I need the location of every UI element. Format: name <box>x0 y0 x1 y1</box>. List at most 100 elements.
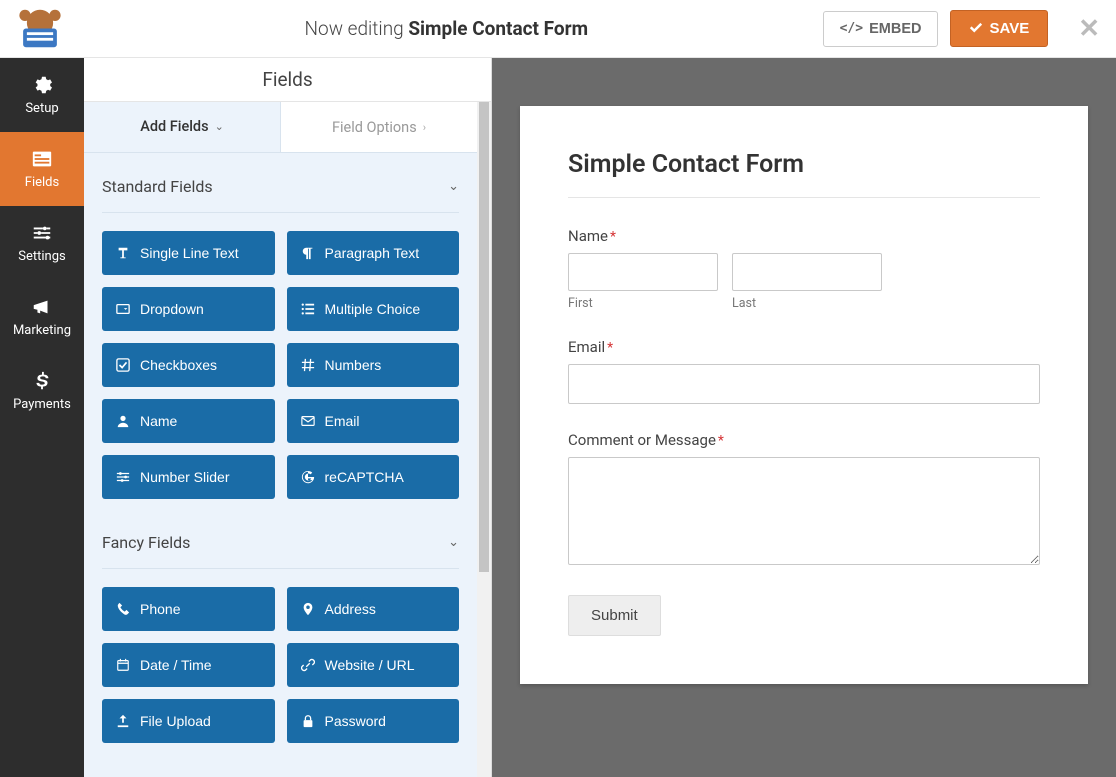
fancy-fields-grid: Phone Address Date / Time Website / URL File… <box>102 587 459 743</box>
save-button[interactable]: SAVE <box>950 10 1048 47</box>
field-type-label: Password <box>325 713 386 729</box>
field-type-label: reCAPTCHA <box>325 469 404 485</box>
section-standard-title: Standard Fields <box>102 177 213 196</box>
required-mark: * <box>610 229 616 245</box>
scrollbar-thumb[interactable] <box>479 102 489 572</box>
sidebar: Setup Fields Settings Marketing Payments <box>0 58 84 777</box>
field-type-phone[interactable]: Phone <box>102 587 275 631</box>
submit-button[interactable]: Submit <box>568 595 661 636</box>
embed-button[interactable]: </> EMBED <box>823 11 939 47</box>
chevron-right-icon: › <box>423 121 426 134</box>
field-type-label: Numbers <box>325 357 382 373</box>
topbar-buttons: </> EMBED SAVE ✕ <box>823 10 1100 47</box>
field-comment[interactable]: Comment or Message* <box>568 430 1040 569</box>
last-sublabel: Last <box>732 296 882 311</box>
comment-label: Comment or Message <box>568 431 716 449</box>
tab-add-fields[interactable]: Add Fields ⌄ <box>84 102 280 152</box>
divider <box>568 197 1040 198</box>
chevron-down-icon: ⌄ <box>448 179 459 194</box>
megaphone-icon <box>31 296 53 318</box>
field-type-number-slider[interactable]: Number Slider <box>102 455 275 499</box>
field-type-multiple-choice[interactable]: Multiple Choice <box>287 287 460 331</box>
sliders-icon <box>116 470 130 484</box>
field-type-label: Dropdown <box>140 301 204 317</box>
code-icon: </> <box>840 21 863 36</box>
page-title: Now editing Simple Contact Form <box>70 17 823 40</box>
panel-header: Fields <box>84 58 491 102</box>
field-type-label: Number Slider <box>140 469 229 485</box>
field-type-file-upload[interactable]: File Upload <box>102 699 275 743</box>
first-sublabel: First <box>568 296 718 311</box>
fields-panel: Fields Add Fields ⌄ Field Options › Stan… <box>84 58 492 777</box>
check-icon <box>116 358 130 372</box>
pin-icon <box>301 602 315 616</box>
scrollbar[interactable] <box>477 102 491 777</box>
sliders-icon <box>31 222 53 244</box>
chevron-down-icon: ⌄ <box>215 120 224 133</box>
tab-field-options-label: Field Options <box>332 119 417 136</box>
first-name-input[interactable] <box>568 253 718 291</box>
field-type-website-url[interactable]: Website / URL <box>287 643 460 687</box>
list-icon <box>301 302 315 316</box>
field-type-label: Email <box>325 413 360 429</box>
sidebar-label-fields: Fields <box>25 175 59 190</box>
form-preview: Simple Contact Form Name* First Last Ema… <box>492 58 1116 777</box>
sidebar-item-settings[interactable]: Settings <box>0 206 84 280</box>
field-type-email[interactable]: Email <box>287 399 460 443</box>
sidebar-label-settings: Settings <box>18 249 65 264</box>
field-type-address[interactable]: Address <box>287 587 460 631</box>
field-type-label: Address <box>325 601 376 617</box>
logo <box>10 6 70 52</box>
field-type-label: Phone <box>140 601 180 617</box>
sidebar-label-marketing: Marketing <box>13 323 71 338</box>
close-icon[interactable]: ✕ <box>1078 14 1100 44</box>
field-type-dropdown[interactable]: Dropdown <box>102 287 275 331</box>
calendar-icon <box>116 658 130 672</box>
text-icon <box>116 246 130 260</box>
form-name: Simple Contact Form <box>408 17 588 40</box>
field-type-date-time[interactable]: Date / Time <box>102 643 275 687</box>
form-icon <box>31 148 53 170</box>
field-type-recaptcha[interactable]: reCAPTCHA <box>287 455 460 499</box>
email-label: Email <box>568 338 605 356</box>
field-email[interactable]: Email* <box>568 337 1040 404</box>
phone-icon <box>116 602 130 616</box>
sidebar-item-fields[interactable]: Fields <box>0 132 84 206</box>
bear-logo-icon <box>10 6 70 51</box>
field-type-name[interactable]: Name <box>102 399 275 443</box>
upload-icon <box>116 714 130 728</box>
section-fancy-fields[interactable]: Fancy Fields ⌄ <box>102 527 459 569</box>
email-input[interactable] <box>568 364 1040 404</box>
panel-tabs: Add Fields ⌄ Field Options › <box>84 102 477 153</box>
field-type-checkboxes[interactable]: Checkboxes <box>102 343 275 387</box>
field-type-single-line-text[interactable]: Single Line Text <box>102 231 275 275</box>
link-icon <box>301 658 315 672</box>
tab-field-options[interactable]: Field Options › <box>280 102 477 152</box>
field-name[interactable]: Name* First Last <box>568 226 1040 311</box>
sidebar-label-setup: Setup <box>25 101 58 116</box>
form-card: Simple Contact Form Name* First Last Ema… <box>520 106 1088 684</box>
lock-icon <box>301 714 315 728</box>
field-type-password[interactable]: Password <box>287 699 460 743</box>
dropdown-icon <box>116 302 130 316</box>
topbar: Now editing Simple Contact Form </> EMBE… <box>0 0 1116 58</box>
sidebar-item-setup[interactable]: Setup <box>0 58 84 132</box>
required-mark: * <box>718 433 724 449</box>
check-icon <box>969 22 983 36</box>
google-icon <box>301 470 315 484</box>
field-type-label: Checkboxes <box>140 357 217 373</box>
dollar-icon <box>31 370 53 392</box>
comment-textarea[interactable] <box>568 457 1040 565</box>
form-title: Simple Contact Form <box>568 150 1040 179</box>
sidebar-item-marketing[interactable]: Marketing <box>0 280 84 354</box>
section-standard-fields[interactable]: Standard Fields ⌄ <box>102 171 459 213</box>
field-type-label: Multiple Choice <box>325 301 421 317</box>
tab-add-fields-label: Add Fields <box>140 118 208 135</box>
field-type-paragraph-text[interactable]: Paragraph Text <box>287 231 460 275</box>
hash-icon <box>301 358 315 372</box>
standard-fields-grid: Single Line Text Paragraph Text Dropdown Mu… <box>102 231 459 499</box>
sidebar-item-payments[interactable]: Payments <box>0 354 84 428</box>
field-type-numbers[interactable]: Numbers <box>287 343 460 387</box>
required-mark: * <box>607 340 613 356</box>
last-name-input[interactable] <box>732 253 882 291</box>
